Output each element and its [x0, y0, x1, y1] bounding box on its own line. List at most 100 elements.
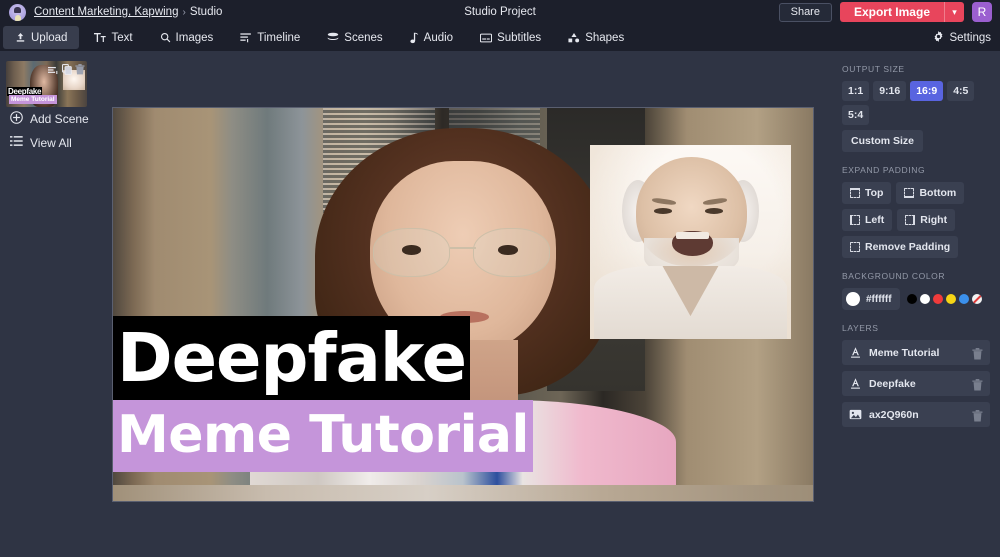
ratio-button-1-1[interactable]: 1:1: [842, 81, 870, 101]
editor-canvas[interactable]: Deepfake Meme Tutorial: [113, 108, 813, 501]
export-options-chevron-down-icon[interactable]: ▾: [944, 2, 964, 22]
share-button[interactable]: Share: [778, 2, 832, 22]
tab-audio[interactable]: Audio: [398, 26, 465, 49]
output-size-options: 1:1 9:16 16:9 4:5 5:4: [842, 81, 990, 125]
scene-thumbnail-actions: [48, 62, 85, 80]
swatch-red[interactable]: [932, 294, 943, 304]
top-bar-actions: Share Export Image ▾ R: [778, 0, 992, 24]
tab-images-label: Images: [175, 31, 214, 44]
padding-right-icon: [905, 215, 916, 225]
kapwing-studio-app: Content Marketing, Kapwing › Studio Studio…: [0, 0, 1000, 557]
swatch-yellow[interactable]: [945, 294, 956, 304]
text-icon: [94, 32, 107, 43]
tab-text[interactable]: Text: [82, 26, 144, 49]
scenes-icon: [327, 32, 339, 43]
subject-eye-left: [401, 245, 422, 255]
background-color-label: Background Color: [842, 271, 946, 281]
view-all-button[interactable]: View All: [0, 131, 96, 154]
padding-left-button[interactable]: Left: [842, 209, 893, 231]
ratio-button-5-4[interactable]: 5:4: [842, 105, 870, 125]
properties-sidebar: Output Size 1:1 9:16 16:9 4:5 5:4 Custom…: [832, 51, 1000, 557]
ratio-button-4-5[interactable]: 4:5: [947, 81, 975, 101]
list-icon: [10, 135, 23, 150]
overlay-eye-right: [704, 208, 723, 214]
trash-icon[interactable]: [75, 62, 85, 80]
padding-top-icon: [850, 188, 860, 198]
tab-scenes[interactable]: Scenes: [315, 26, 394, 49]
swatch-white[interactable]: [919, 294, 930, 304]
breadcrumb-workspace-link[interactable]: Content Marketing, Kapwing: [34, 6, 178, 18]
view-all-label: View All: [30, 135, 72, 150]
breadcrumb: Content Marketing, Kapwing › Studio: [34, 6, 222, 18]
output-size-label: Output Size: [842, 64, 905, 74]
layers-label: Layers: [842, 323, 879, 333]
remove-padding-button[interactable]: Remove Padding: [842, 236, 959, 258]
tab-shapes-label: Shapes: [585, 31, 625, 44]
layer-name-image: ax2Q960n: [869, 408, 919, 421]
settings-button[interactable]: Settings: [933, 30, 991, 45]
layer-item-deepfake[interactable]: Deepfake: [842, 371, 990, 396]
current-color-hex: #ffffff: [866, 293, 892, 305]
padding-bottom-button[interactable]: Bottom: [896, 182, 965, 204]
ratio-button-16-9[interactable]: 16:9: [910, 81, 944, 101]
swatch-transparent[interactable]: [971, 294, 982, 304]
padding-right-label: Right: [920, 214, 948, 226]
expand-padding-label: Expand Padding: [842, 165, 926, 175]
layer-item-meme-tutorial[interactable]: Meme Tutorial: [842, 340, 990, 365]
tab-timeline-label: Timeline: [257, 31, 301, 44]
tab-images[interactable]: Images: [148, 26, 226, 49]
layer-name-meme-tutorial: Meme Tutorial: [869, 346, 940, 359]
tab-text-label: Text: [111, 31, 133, 44]
padding-right-button[interactable]: Right: [897, 209, 956, 231]
padding-left-icon: [850, 215, 860, 225]
account-avatar[interactable]: R: [972, 2, 992, 22]
export-image-button[interactable]: Export Image: [839, 2, 944, 22]
layer-name-deepfake: Deepfake: [869, 377, 916, 390]
layer-item-image[interactable]: ax2Q960n: [842, 402, 990, 427]
top-bar: Content Marketing, Kapwing › Studio Studio…: [0, 0, 1000, 24]
remove-padding-icon: [850, 242, 860, 252]
canvas-text-layer-meme-tutorial[interactable]: Meme Tutorial: [113, 400, 533, 472]
delete-layer-trash-icon[interactable]: [972, 378, 983, 390]
tab-timeline[interactable]: Timeline: [228, 26, 312, 49]
swatch-black[interactable]: [906, 294, 917, 304]
swatch-blue[interactable]: [958, 294, 969, 304]
custom-size-button[interactable]: Custom Size: [842, 130, 924, 152]
padding-top-button[interactable]: Top: [842, 182, 892, 204]
user-avatar-icon[interactable]: [9, 3, 26, 21]
canvas-area: Deepfake Meme Tutorial: [96, 51, 832, 557]
image-layer-icon: [849, 408, 862, 421]
audio-note-icon: [410, 32, 419, 44]
scene-thumbnail[interactable]: Deepfake Meme Tutorial: [6, 61, 87, 107]
padding-bottom-icon: [904, 188, 915, 198]
text-layer-icon: [849, 346, 862, 359]
background-color-row: #ffffff: [842, 288, 990, 310]
tab-audio-label: Audio: [423, 31, 454, 44]
breadcrumb-current: Studio: [189, 6, 223, 18]
tab-scenes-label: Scenes: [344, 31, 383, 44]
upload-icon: [15, 32, 26, 43]
background-color-picker[interactable]: #ffffff: [842, 288, 900, 310]
subtitles-icon: [480, 33, 493, 43]
padding-row-1: Top Bottom: [842, 182, 990, 204]
gear-icon: [933, 30, 944, 45]
remove-padding-label: Remove Padding: [865, 241, 951, 253]
delete-layer-trash-icon[interactable]: [972, 409, 983, 421]
add-scene-button[interactable]: Add Scene: [0, 107, 96, 131]
canvas-text-layer-deepfake[interactable]: Deepfake: [113, 316, 471, 402]
overlay-image-layer[interactable]: [589, 144, 792, 340]
duplicate-icon[interactable]: [61, 62, 72, 80]
tab-upload[interactable]: Upload: [3, 26, 80, 49]
scenes-sidebar: Deepfake Meme Tutorial Add Scene View Al…: [0, 51, 96, 557]
search-icon: [160, 32, 171, 43]
background-foreground-strip: [113, 485, 813, 501]
tab-upload-label: Upload: [31, 31, 68, 44]
plus-circle-icon: [10, 111, 23, 127]
color-swatch-list: [906, 294, 982, 304]
tab-shapes[interactable]: Shapes: [556, 26, 636, 49]
delete-layer-trash-icon[interactable]: [972, 347, 983, 359]
tab-subtitles[interactable]: Subtitles: [468, 26, 553, 49]
ratio-button-9-16[interactable]: 9:16: [873, 81, 907, 101]
padding-row-2: Left Right: [842, 209, 990, 231]
captions-icon[interactable]: [48, 62, 59, 80]
